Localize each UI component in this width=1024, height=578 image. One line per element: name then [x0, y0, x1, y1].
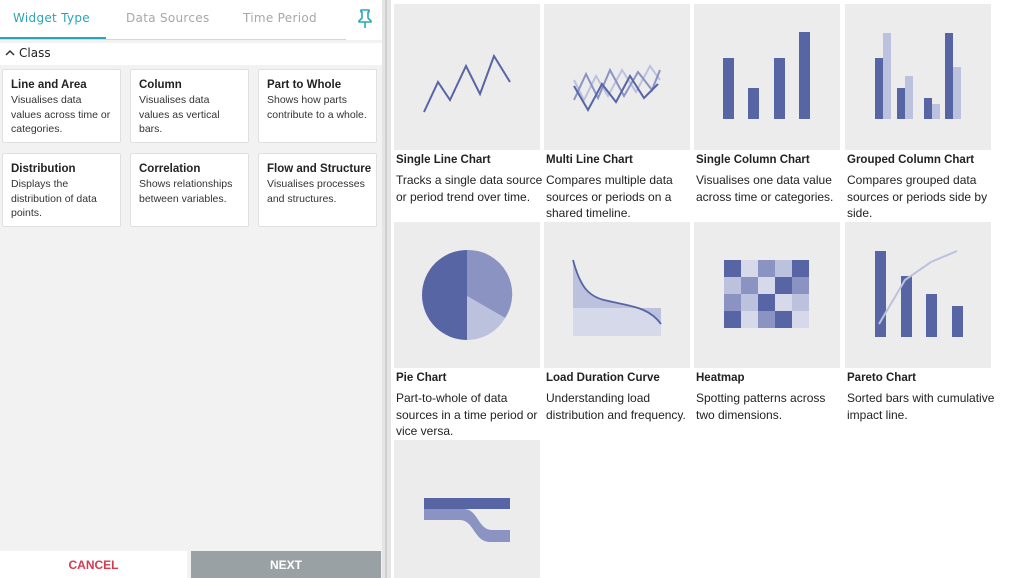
widget-title: Load Duration Curve	[546, 372, 660, 384]
widget-title: Heatmap	[696, 372, 745, 384]
class-card-line-and-area[interactable]: Line and Area Visualises data values acr…	[2, 69, 121, 143]
widget-title: Single Column Chart	[696, 154, 810, 166]
card-description: Displays the distribution of data points…	[11, 178, 97, 219]
widget-title: Pareto Chart	[847, 372, 917, 384]
left-panel: Widget Type Data Sources Time Period Cla…	[0, 0, 382, 578]
widget-title: Pie Chart	[396, 372, 447, 384]
widget-thumbnail	[394, 440, 540, 578]
widget-description: Visualises one data value across time or…	[696, 173, 834, 204]
flow-chart-icon	[424, 498, 510, 542]
tab-bar: Widget Type Data Sources Time Period	[0, 0, 382, 40]
widget-thumbnail	[544, 4, 690, 150]
widget-description: Sorted bars with cumulative impact line.	[847, 391, 995, 422]
widget-title: Multi Line Chart	[546, 154, 633, 166]
widget-thumbnail	[845, 222, 991, 368]
class-card-column[interactable]: Column Visualises data values as vertica…	[130, 69, 249, 143]
widget-gallery: Single Line Chart Tracks a single data s…	[391, 0, 1024, 578]
tab-widget-type[interactable]: Widget Type	[13, 11, 90, 25]
class-card-correlation[interactable]: Correlation Shows relationships between …	[130, 153, 249, 227]
single-line-chart-icon	[423, 53, 511, 113]
grouped-column-chart-icon	[875, 33, 961, 119]
load-duration-curve-icon	[572, 259, 662, 336]
class-card-distribution[interactable]: Distribution Displays the distribution o…	[2, 153, 121, 227]
widget-description: Understanding load distribution and freq…	[546, 391, 686, 422]
widget-thumbnail	[694, 4, 840, 150]
card-title: Flow and Structure	[267, 163, 372, 175]
widget-thumbnail	[394, 222, 540, 368]
widget-description: Spotting patterns across two dimensions.	[696, 391, 826, 422]
class-section-label: Class	[19, 46, 51, 60]
heatmap-icon	[724, 260, 809, 328]
card-title: Part to Whole	[267, 79, 342, 91]
card-description: Visualises processes and structures.	[267, 178, 365, 205]
card-description: Shows relationships between variables.	[139, 178, 233, 205]
single-column-chart-icon	[723, 32, 810, 119]
card-description: Visualises data values across time or ca…	[11, 94, 111, 135]
widget-title: Grouped Column Chart	[847, 154, 975, 166]
card-title: Column	[139, 79, 182, 91]
widget-description: Tracks a single data source or period tr…	[396, 173, 543, 204]
widget-thumbnail	[845, 4, 991, 150]
class-card-flow-and-structure[interactable]: Flow and Structure Visualises processes …	[258, 153, 377, 227]
pareto-chart-icon	[875, 250, 963, 337]
card-description: Visualises data values as vertical bars.	[139, 94, 220, 135]
widget-description: Compares grouped data sources or periods…	[847, 173, 988, 220]
tab-bar-divider	[0, 39, 346, 40]
widget-description: Part-to-whole of data sources in a time …	[396, 391, 538, 438]
next-button[interactable]: NEXT	[191, 551, 381, 578]
widget-thumbnail	[694, 222, 840, 368]
card-title: Distribution	[11, 163, 76, 175]
multi-line-chart-icon	[573, 64, 661, 113]
widget-thumbnail	[544, 222, 690, 368]
cancel-button[interactable]: CANCEL	[0, 551, 187, 578]
tab-time-period[interactable]: Time Period	[243, 11, 317, 25]
tab-data-sources[interactable]: Data Sources	[126, 11, 210, 25]
widget-thumbnail	[394, 4, 540, 150]
class-card-part-to-whole[interactable]: Part to Whole Shows how parts contribute…	[258, 69, 377, 143]
class-section-header[interactable]: Class	[0, 43, 382, 65]
card-description: Shows how parts contribute to a whole.	[267, 94, 367, 121]
card-title: Correlation	[139, 163, 201, 175]
card-title: Line and Area	[11, 79, 87, 91]
chevron-up-icon	[5, 49, 15, 56]
pin-icon[interactable]	[356, 8, 374, 30]
panel-divider	[385, 0, 387, 578]
pie-chart-icon	[422, 249, 513, 340]
widget-title: Single Line Chart	[396, 154, 491, 166]
widget-description: Compares multiple data sources or period…	[546, 173, 673, 220]
